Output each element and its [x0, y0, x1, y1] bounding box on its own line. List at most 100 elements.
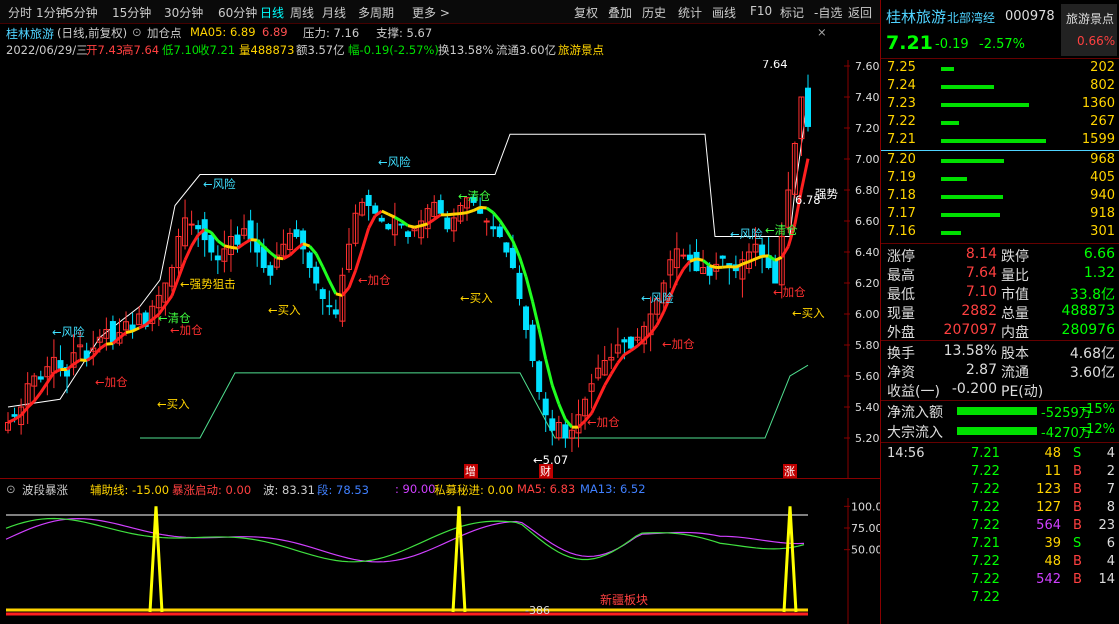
price-tick: 6.20: [855, 277, 880, 290]
flow-bar: [957, 407, 1037, 415]
book-bar: [941, 139, 1046, 143]
period-tab-5[interactable]: 60分钟: [218, 4, 257, 21]
stat-label: 市值: [1001, 287, 1029, 303]
pressure-label: 压力: 7.16: [303, 26, 360, 40]
close-label: 收7.21: [198, 43, 236, 57]
toolbar-action-1[interactable]: 叠加: [608, 4, 632, 21]
period-tab-8[interactable]: 月线: [322, 4, 346, 21]
candle: [326, 305, 333, 308]
panel-beibu: 北部湾经: [947, 11, 996, 25]
tick-dir: B: [1073, 482, 1082, 497]
period-tab-0[interactable]: 分时: [8, 4, 32, 21]
clear-label: ←清仓: [458, 189, 491, 203]
quote-info-bar: 桂林旅游 (日线,前复权) ⊙ 加仓点 MA05: 6.89 6.89 压力: …: [0, 23, 880, 63]
book-bar: [941, 231, 961, 235]
candle: [398, 223, 405, 226]
stat-label: 内盘: [1001, 325, 1029, 341]
candle: [627, 336, 634, 349]
toolbar-action-2[interactable]: 历史: [642, 4, 666, 21]
tick-price: 7.22: [971, 590, 1000, 605]
chevron-down-icon[interactable]: ⊙: [132, 25, 142, 39]
candle: [549, 418, 556, 431]
price-tick: 7.20: [855, 122, 880, 135]
candle: [234, 234, 241, 245]
period-tab-4[interactable]: 30分钟: [164, 4, 203, 21]
tick-price: 7.21: [971, 446, 1000, 461]
turnover-label: 换13.58%: [438, 43, 494, 57]
ma05-label: MA05: 6.89: [190, 25, 256, 39]
tick-count: 23: [1098, 518, 1115, 533]
price-tick: 5.40: [855, 401, 880, 414]
period-tab-2[interactable]: 5分钟: [66, 4, 98, 21]
stat-label: 换手: [887, 346, 915, 362]
candle: [444, 217, 451, 230]
tick-volume: 48: [1044, 446, 1061, 461]
add-label: ←加仓: [587, 415, 620, 429]
sector-note: 新疆板块: [600, 592, 648, 607]
tick-count: 2: [1106, 464, 1115, 479]
toolbar-action-6[interactable]: 标记: [780, 4, 804, 21]
spike-marker: [451, 506, 467, 613]
support-pressure-lines: [7, 96, 809, 439]
toolbar-action-7[interactable]: -自选: [814, 4, 842, 21]
stat-label: 总量: [1001, 306, 1029, 322]
panel-code: 000978: [1005, 9, 1055, 24]
period-tab-6[interactable]: 日线: [260, 4, 284, 21]
candle: [562, 424, 569, 439]
toolbar-action-4[interactable]: 画线: [712, 4, 736, 21]
toolbar-action-3[interactable]: 统计: [678, 4, 702, 21]
candlestick-chart[interactable]: 7.60 7.40 7.20 7.00 6.80 6.60 6.40 6.20 6.00 5.80…: [0, 60, 880, 478]
period-tab-10[interactable]: 更多 >: [412, 4, 450, 21]
risk-label: ←风险: [52, 325, 85, 339]
tick-dir: B: [1073, 572, 1082, 587]
event-marker-label: 财: [540, 464, 551, 478]
stat-label: 流通: [1001, 365, 1029, 381]
sector-label: 旅游景点: [558, 43, 604, 57]
osc-tick: 75.00: [851, 522, 880, 535]
stat-label: 最高: [887, 268, 915, 284]
candle: [214, 255, 221, 261]
period-tab-7[interactable]: 周线: [290, 4, 314, 21]
toolbar-action-8[interactable]: 返回: [848, 4, 872, 21]
price-axis: 7.60 7.40 7.20 7.00 6.80 6.60 6.40 6.20 6.00 5.80…: [844, 60, 880, 478]
tick-dir: B: [1073, 518, 1082, 533]
tick-price: 7.22: [971, 518, 1000, 533]
candle: [195, 225, 202, 230]
price-tick: 7.00: [855, 153, 880, 166]
period-tab-3[interactable]: 15分钟: [112, 4, 151, 21]
smjj-label: 私募秘进: 0.00: [434, 483, 514, 497]
close-icon[interactable]: ×: [817, 25, 827, 39]
candle: [208, 234, 215, 253]
book-price: 7.19: [887, 170, 916, 185]
sep: [881, 400, 1119, 401]
stat-label: 外盘: [887, 325, 915, 341]
chart-mode: (日线,前复权): [57, 26, 128, 40]
period-tab-1[interactable]: 1分钟: [36, 4, 68, 21]
book-price: 7.16: [887, 224, 916, 239]
aux-line-label: 辅助线: -15.00: [90, 483, 170, 497]
tick-volume: 564: [1036, 518, 1061, 533]
toolbar-action-5[interactable]: F10: [750, 4, 772, 18]
book-bar: [941, 67, 954, 71]
oscillator-chart[interactable]: 100.0 75.00 50.00 -386 新疆板块: [0, 498, 880, 624]
float-label: 流通3.60亿: [496, 43, 557, 57]
tick-count: 4: [1106, 446, 1115, 461]
risk-label: ←风险: [378, 155, 411, 169]
open-label: 开7.43: [86, 43, 124, 57]
candle: [509, 247, 516, 269]
panel-stock-name: 桂林旅游: [886, 8, 947, 26]
period-tab-9[interactable]: 多周期: [358, 4, 394, 21]
candle: [516, 272, 523, 299]
ticks-time: 14:56: [887, 446, 925, 461]
candle: [772, 259, 779, 284]
period-toolbar: 分时 1分钟 5分钟 15分钟 30分钟 60分钟 日线 周线 月线 多周期 更多 > 复权 叠加 历史统…: [0, 0, 880, 24]
candle: [523, 306, 530, 330]
indicator-menu-icon[interactable]: ⊙: [6, 482, 16, 496]
date-label: 2022/06/29/三: [6, 43, 88, 57]
flow-bar: [957, 427, 1037, 435]
book-volume: 1360: [1081, 96, 1115, 111]
candle: [365, 194, 372, 207]
sep: [881, 58, 1119, 59]
stat-value: 207097: [943, 322, 997, 338]
toolbar-action-0[interactable]: 复权: [574, 4, 598, 21]
